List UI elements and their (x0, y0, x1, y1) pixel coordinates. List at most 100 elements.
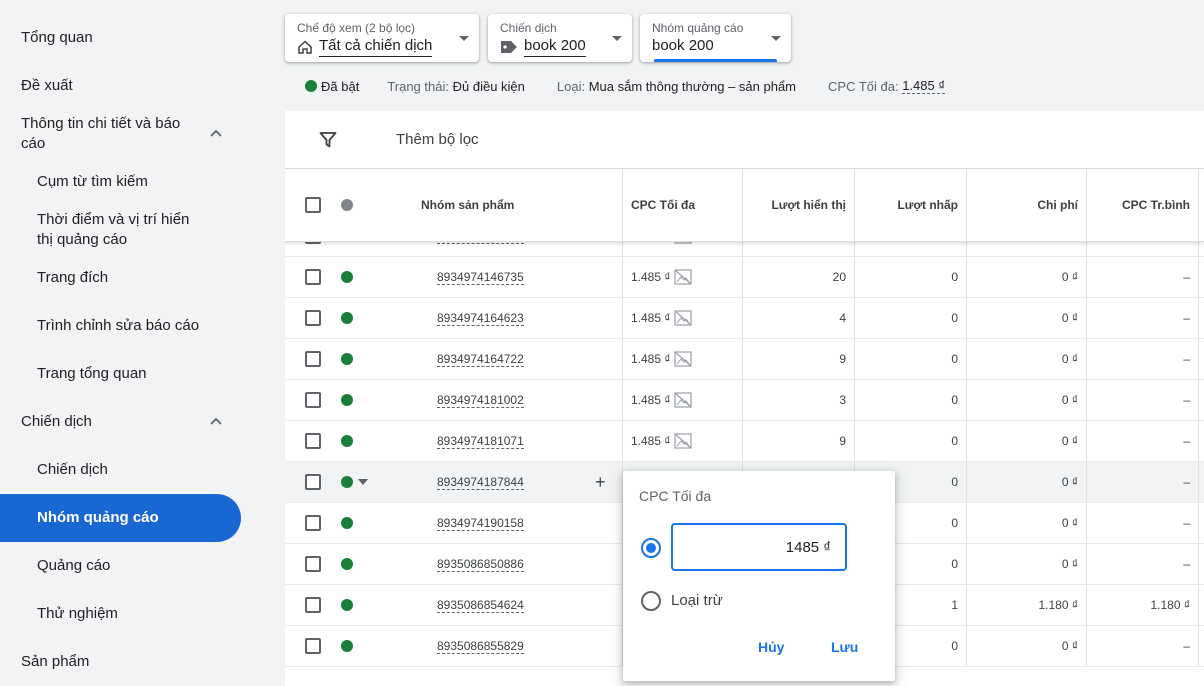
row-status-dot[interactable] (341, 476, 353, 488)
product-group-id[interactable]: 8934974164722 (437, 352, 524, 367)
product-group-id[interactable]: 8935086850886 (437, 557, 524, 572)
table-row[interactable]: 8934974181002 1.485 ₫ 3 0 0 ₫ – (285, 380, 1204, 421)
row-status-dot[interactable] (341, 312, 353, 324)
row-checkbox[interactable] (305, 351, 321, 367)
row-checkbox[interactable] (305, 474, 321, 490)
nav-ad-groups[interactable]: Nhóm quảng cáo (0, 494, 241, 542)
product-group-id[interactable]: 8934974190158 (437, 516, 524, 531)
column-divider (966, 339, 967, 379)
nav-landing-pages[interactable]: Trang đích (0, 258, 241, 298)
row-status-dot[interactable] (341, 435, 353, 447)
column-divider (622, 421, 623, 461)
row-cost: 0 ₫ (1061, 557, 1078, 571)
product-group-id[interactable]: 8934974146735 (437, 270, 524, 285)
row-max-cpc[interactable]: 1.485 ₫ (631, 393, 671, 407)
row-impressions: 20 (832, 270, 846, 284)
product-group-id[interactable]: 8935086854624 (437, 598, 524, 613)
column-divider (854, 421, 855, 461)
add-subdivision-icon[interactable]: + (595, 462, 606, 502)
filter-icon[interactable] (319, 131, 337, 149)
nav-dashboards[interactable]: Trang tổng quan (0, 354, 241, 394)
nav-experiments[interactable]: Thử nghiệm (0, 594, 241, 634)
table-row[interactable]: 8934974146735 1.485 ₫ 20 0 0 ₫ – (285, 257, 1204, 298)
row-checkbox[interactable] (305, 392, 321, 408)
row-checkbox[interactable] (305, 310, 321, 326)
add-filter-button[interactable]: Thêm bộ lọc (396, 131, 479, 148)
column-max-cpc[interactable]: CPC Tối đa (631, 169, 695, 241)
nav-dashboards-label: Trang tổng quan (37, 365, 147, 382)
nav-search-terms[interactable]: Cụm từ tìm kiếm (0, 162, 241, 202)
enabled-status-text[interactable]: Đã bật (321, 79, 359, 94)
filter-toolbar: Thêm bộ lọc (285, 111, 1204, 169)
column-divider (1198, 169, 1199, 241)
column-clicks[interactable]: Lượt nhấp (854, 169, 958, 241)
nav-report-editor[interactable]: Trình chỉnh sửa báo cáo (0, 306, 241, 346)
column-divider (1198, 544, 1199, 584)
row-max-cpc[interactable]: 1.485 ₫ (631, 352, 671, 366)
row-status-dot[interactable] (341, 640, 353, 652)
row-status-dot[interactable] (341, 353, 353, 365)
caret-down-icon[interactable] (358, 479, 368, 485)
ad-group-selector[interactable]: Nhóm quảng cáo book 200 (640, 14, 791, 62)
column-divider (1198, 585, 1199, 625)
cancel-button[interactable]: Hủy (758, 639, 784, 655)
row-avg-cpc: – (1183, 434, 1190, 448)
nav-recommendations[interactable]: Đề xuất (0, 66, 241, 106)
product-group-id[interactable]: 8935086855829 (437, 639, 524, 654)
campaign-selector[interactable]: Chiến dịch book 200 (488, 14, 632, 62)
row-cost: 0 ₫ (1061, 270, 1078, 284)
row-checkbox[interactable] (305, 515, 321, 531)
save-button[interactable]: Lưu (831, 639, 858, 655)
row-status-dot[interactable] (341, 271, 353, 283)
nav-ads[interactable]: Quảng cáo (0, 546, 241, 586)
status-header-dot[interactable] (341, 199, 353, 211)
nav-when-where[interactable]: Thời điểm và vị trí hiển thị quảng cáo (0, 210, 241, 250)
column-cost[interactable]: Chi phí (966, 169, 1078, 241)
ad-group-status-line: Đã bật Trạng thái: Đủ điều kiện Loại: Mu… (305, 78, 977, 94)
row-status-dot[interactable] (341, 394, 353, 406)
row-status-dot[interactable] (341, 599, 353, 611)
product-group-id[interactable]: 8934974187844 (437, 475, 524, 490)
bid-radio-selected[interactable] (641, 538, 661, 558)
row-status-dot[interactable] (341, 517, 353, 529)
column-divider (1086, 169, 1087, 241)
row-clicks: 0 (951, 393, 958, 407)
nav-products[interactable]: Sản phẩm (0, 642, 241, 682)
row-max-cpc[interactable]: 1.485 ₫ (631, 270, 671, 284)
column-divider (966, 503, 967, 543)
row-status-dot[interactable] (341, 558, 353, 570)
max-cpc-input[interactable]: 1485 ₫ (671, 523, 847, 571)
column-avg-cpc[interactable]: CPC Tr.bình (1086, 169, 1190, 241)
row-checkbox[interactable] (305, 269, 321, 285)
table-row[interactable]: 8934974181071 1.485 ₫ 9 0 0 ₫ – (285, 421, 1204, 462)
row-checkbox[interactable] (305, 597, 321, 613)
nav-campaigns-group[interactable]: Chiến dịch (0, 402, 241, 442)
view-selector[interactable]: Chế độ xem (2 bộ lọc) Tất cả chiến dịch (285, 14, 479, 62)
row-checkbox[interactable] (305, 433, 321, 449)
exclude-radio[interactable] (641, 591, 661, 611)
row-checkbox[interactable] (305, 638, 321, 654)
product-group-id[interactable]: 8934974164623 (437, 311, 524, 326)
row-checkbox[interactable] (305, 556, 321, 572)
column-impressions[interactable]: Lượt hiển thị (742, 169, 846, 241)
select-all-checkbox[interactable] (305, 197, 321, 213)
nav-campaigns-group-label: Chiến dịch (21, 413, 92, 430)
product-group-id[interactable]: 8934974181002 (437, 393, 524, 408)
chevron-up-icon[interactable] (208, 414, 224, 430)
view-selector-value: Tất cả chiến dịch (319, 36, 433, 57)
column-divider (622, 339, 623, 379)
product-group-id[interactable]: 8934974181071 (437, 434, 524, 449)
chevron-up-icon[interactable] (208, 126, 224, 142)
cpc-value[interactable]: 1.485 ₫ (902, 78, 946, 94)
nav-insights[interactable]: Thông tin chi tiết và báo cáo (0, 114, 241, 154)
column-divider (966, 257, 967, 297)
table-row[interactable]: 8934974164623 1.485 ₫ 4 0 0 ₫ – (285, 298, 1204, 339)
column-product-group[interactable]: Nhóm sản phẩm (421, 169, 514, 241)
table-row[interactable]: 8934974164722 1.485 ₫ 9 0 0 ₫ – (285, 339, 1204, 380)
row-max-cpc[interactable]: 1.485 ₫ (631, 434, 671, 448)
nav-overview[interactable]: Tổng quan (0, 18, 241, 58)
exclude-label[interactable]: Loại trừ (671, 592, 723, 609)
nav-recommendations-label: Đề xuất (21, 77, 73, 94)
nav-campaigns[interactable]: Chiến dịch (0, 450, 241, 490)
row-max-cpc[interactable]: 1.485 ₫ (631, 311, 671, 325)
